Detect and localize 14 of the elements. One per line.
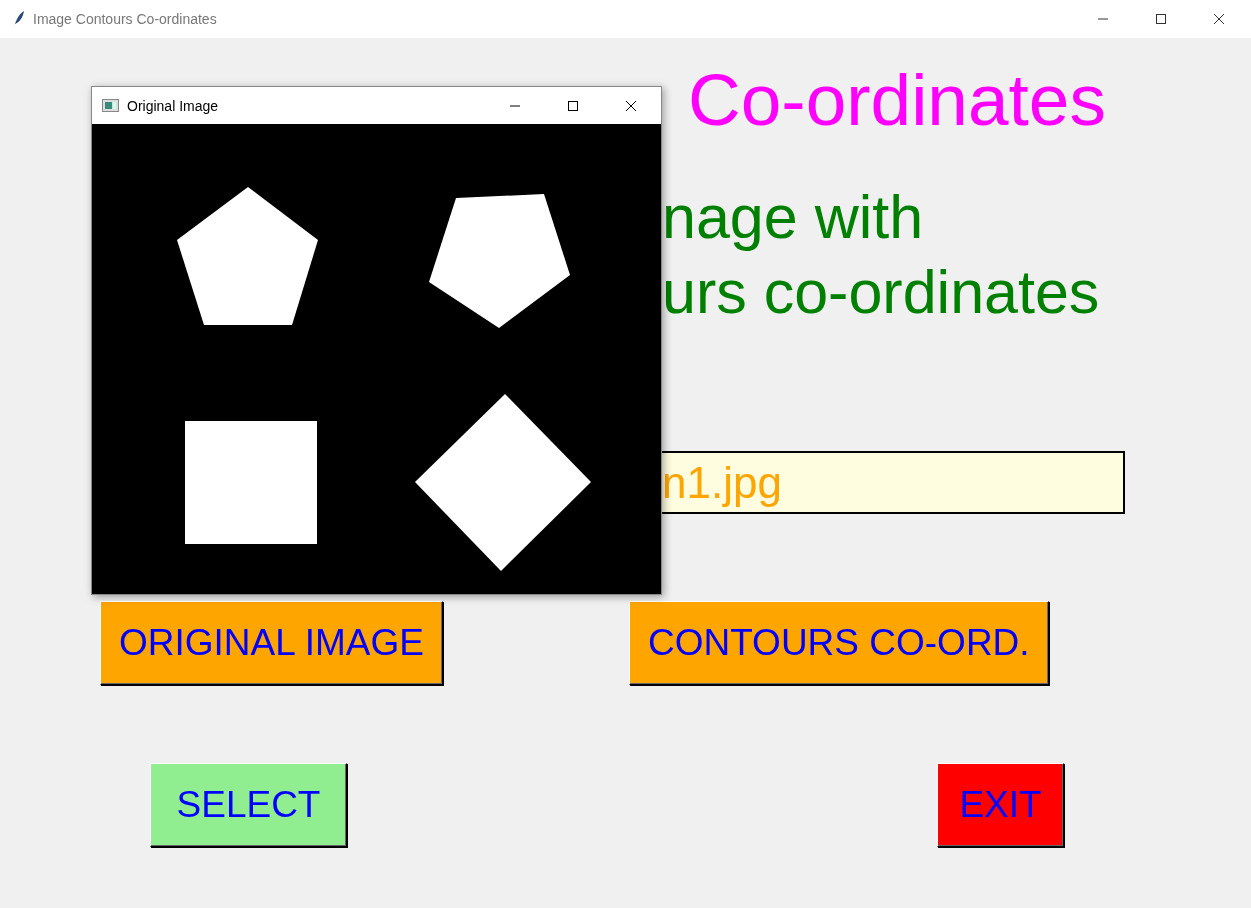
- select-button[interactable]: SELECT: [150, 763, 347, 847]
- subtitle-text: nage with: [662, 183, 924, 251]
- maximize-icon[interactable]: [567, 99, 579, 112]
- app-icon: [102, 99, 119, 112]
- original-image-button[interactable]: ORIGINAL IMAGE: [100, 601, 443, 685]
- window-title: Original Image: [127, 97, 220, 114]
- app-heading: Co-ordinates: [688, 60, 1106, 140]
- window-title: Image Contours Co-ordinates: [33, 11, 218, 27]
- close-icon[interactable]: [625, 99, 637, 112]
- contours-button[interactable]: CONTOURS CO-ORD.: [628, 601, 1049, 685]
- feather-icon: [13, 10, 25, 28]
- maximize-icon[interactable]: [1155, 13, 1167, 25]
- close-icon[interactable]: [1213, 13, 1225, 25]
- subtitle-text: urs co-ordinates: [662, 258, 1100, 326]
